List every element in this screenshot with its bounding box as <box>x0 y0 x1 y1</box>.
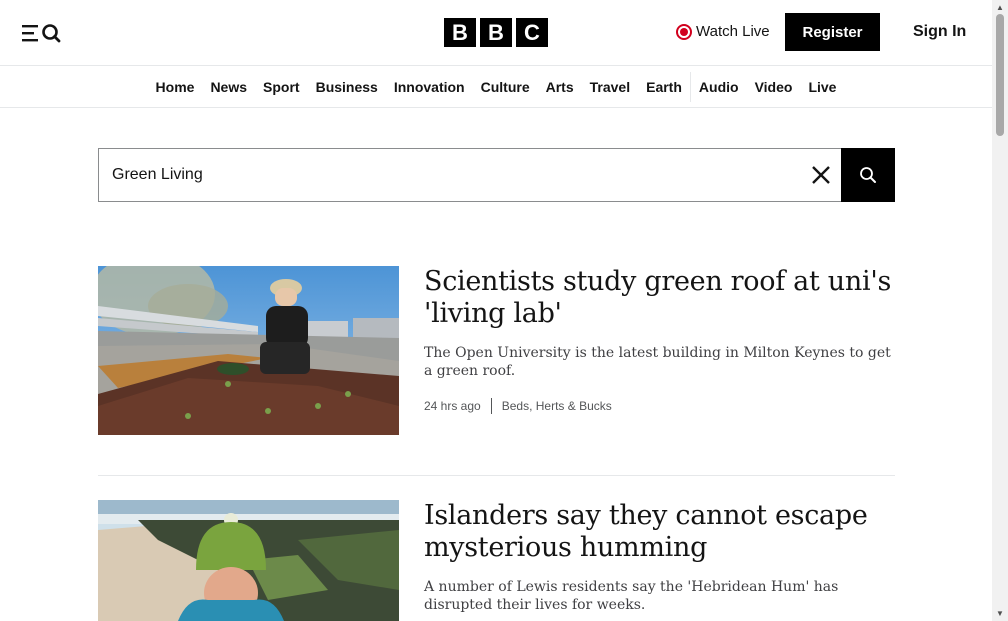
search-icon <box>860 167 876 183</box>
live-icon <box>676 23 692 40</box>
article-summary: The Open University is the latest buildi… <box>424 345 891 379</box>
nav-item-travel[interactable]: Travel <box>582 66 638 108</box>
nav-item-earth[interactable]: Earth <box>638 66 690 108</box>
menu-icon <box>22 24 61 43</box>
register-button[interactable]: Register <box>785 13 880 51</box>
sign-in-button[interactable]: Sign In <box>905 13 974 51</box>
article-card[interactable]: Scientists study green roof at uni's 'li… <box>98 266 895 435</box>
article-card[interactable]: Islanders say they cannot escape mysteri… <box>98 500 895 621</box>
search-submit-button[interactable] <box>841 148 895 202</box>
close-icon <box>812 166 830 184</box>
search-input[interactable] <box>98 148 841 202</box>
bbc-logo[interactable]: B B C <box>444 18 548 47</box>
scrollbar-thumb[interactable] <box>996 14 1004 136</box>
nav-item-innovation[interactable]: Innovation <box>386 66 473 108</box>
scroll-down-icon[interactable]: ▼ <box>995 608 1005 618</box>
scroll-up-icon[interactable]: ▲ <box>995 2 1005 12</box>
islander-photo <box>98 500 399 621</box>
nav-item-news[interactable]: News <box>202 66 255 108</box>
nav-item-culture[interactable]: Culture <box>473 66 538 108</box>
nav-item-business[interactable]: Business <box>308 66 386 108</box>
logo-letter: C <box>516 18 548 47</box>
article-thumbnail[interactable] <box>98 500 399 621</box>
article-divider <box>98 475 895 476</box>
article-section[interactable]: Beds, Herts & Bucks <box>502 399 612 413</box>
masthead: B B C Watch Live Register Sign In <box>0 0 992 66</box>
clear-search-button[interactable] <box>801 148 841 202</box>
watch-live-label: Watch Live <box>696 23 770 40</box>
nav-item-video[interactable]: Video <box>747 66 801 108</box>
menu-search-button[interactable] <box>20 20 64 46</box>
article-meta: 24 hrs ago Beds, Herts & Bucks <box>424 398 895 414</box>
page-scrollbar[interactable]: ▲ ▼ <box>992 0 1008 621</box>
article-thumbnail[interactable] <box>98 266 399 435</box>
article-timestamp: 24 hrs ago <box>424 399 481 413</box>
logo-letter: B <box>444 18 476 47</box>
green-roof-photo <box>98 266 399 435</box>
search-bar <box>98 148 895 202</box>
article-headline[interactable]: Islanders say they cannot escape mysteri… <box>424 500 895 564</box>
meta-divider <box>490 398 492 414</box>
nav-item-live[interactable]: Live <box>800 66 844 108</box>
nav-item-audio[interactable]: Audio <box>691 66 747 108</box>
logo-letter: B <box>480 18 512 47</box>
nav-item-home[interactable]: Home <box>148 66 203 108</box>
nav-item-arts[interactable]: Arts <box>538 66 582 108</box>
article-summary: A number of Lewis residents say the 'Heb… <box>424 579 839 613</box>
nav-item-sport[interactable]: Sport <box>255 66 308 108</box>
main-nav: Home News Sport Business Innovation Cult… <box>0 66 992 108</box>
watch-live-link[interactable]: Watch Live <box>676 23 770 40</box>
article-headline[interactable]: Scientists study green roof at uni's 'li… <box>424 266 895 330</box>
